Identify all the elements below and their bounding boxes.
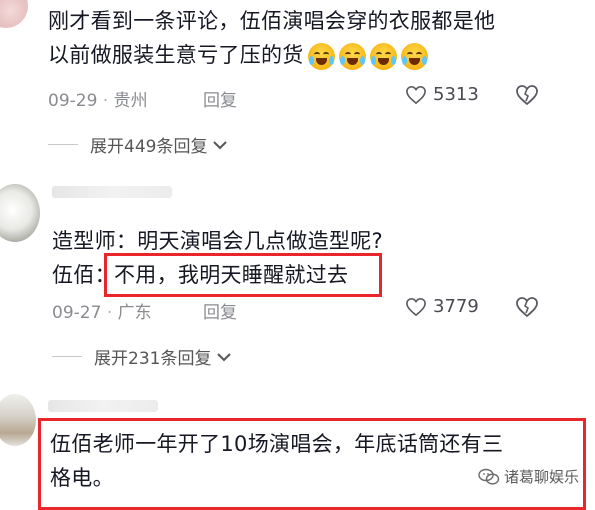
broken-heart-icon	[516, 85, 538, 106]
comment-1-date: 09-29	[48, 91, 98, 111]
comment-1-text-line2: 以前做服装生意亏了压的货	[48, 38, 428, 72]
comment-2-expand-replies[interactable]: 展开231条回复	[52, 344, 232, 369]
comment-2-highlight-text: 不用，我明天睡醒就过去	[114, 263, 349, 287]
comment-2-meta: 09-27 · 广东	[52, 298, 152, 323]
comment-2-location: 广东	[117, 303, 152, 323]
crying-laugh-emoji-icon	[400, 42, 428, 70]
avatar-commenter-1[interactable]	[0, 0, 28, 28]
comment-1-dislike-button[interactable]	[515, 84, 539, 110]
commenter-3-name-blurred	[48, 400, 158, 412]
comment-1-text-line2-content: 以前做服装生意亏了压的货	[48, 43, 304, 67]
comment-2-expand-label: 展开231条回复	[94, 349, 212, 369]
comment-1-reply-button[interactable]: 回复	[203, 86, 237, 111]
meta-separator: ·	[102, 91, 114, 111]
expand-divider-line	[48, 144, 78, 145]
meta-separator: ·	[106, 303, 118, 323]
watermark-text: 诸葛聊娱乐	[504, 468, 580, 486]
broken-heart-icon	[516, 297, 538, 318]
comment-2-reply-button[interactable]: 回复	[203, 298, 237, 323]
crying-laugh-emoji-icon	[338, 42, 366, 70]
comment-1-meta: 09-29 · 贵州	[48, 86, 148, 111]
comment-3-text-line2: 格电。	[50, 466, 114, 490]
comment-1-expand-replies[interactable]: 展开449条回复	[48, 132, 228, 157]
watermark: 诸葛聊娱乐	[478, 466, 579, 487]
chevron-down-icon	[217, 352, 232, 361]
comment-1-like-button[interactable]: 5313	[405, 84, 479, 105]
comment-2-like-button[interactable]: 3779	[405, 296, 479, 317]
heart-icon	[406, 297, 426, 316]
chevron-down-icon	[213, 140, 228, 149]
crying-laugh-emoji-icon	[369, 42, 397, 70]
comment-1-location: 贵州	[113, 91, 148, 111]
heart-icon	[406, 85, 426, 104]
comment-2-like-count: 3779	[433, 296, 479, 317]
comment-2-dislike-button[interactable]	[515, 296, 539, 322]
comment-1-like-count: 5313	[433, 84, 479, 105]
comment-3-text-line1: 伍佰老师一年开了10场演唱会，年底话筒还有三	[50, 432, 504, 456]
comment-2-date: 09-27	[52, 303, 102, 323]
crying-laugh-emoji-icon	[307, 42, 335, 70]
comment-1-text-line1: 刚才看到一条评论，伍佰演唱会穿的衣服都是他	[48, 9, 496, 33]
avatar-commenter-2[interactable]	[0, 184, 40, 242]
wechat-icon	[478, 468, 500, 485]
expand-divider-line	[52, 356, 82, 357]
comment-1-expand-label: 展开449条回复	[90, 137, 208, 157]
commenter-2-name-blurred	[52, 186, 172, 198]
avatar-commenter-3[interactable]	[0, 394, 36, 446]
